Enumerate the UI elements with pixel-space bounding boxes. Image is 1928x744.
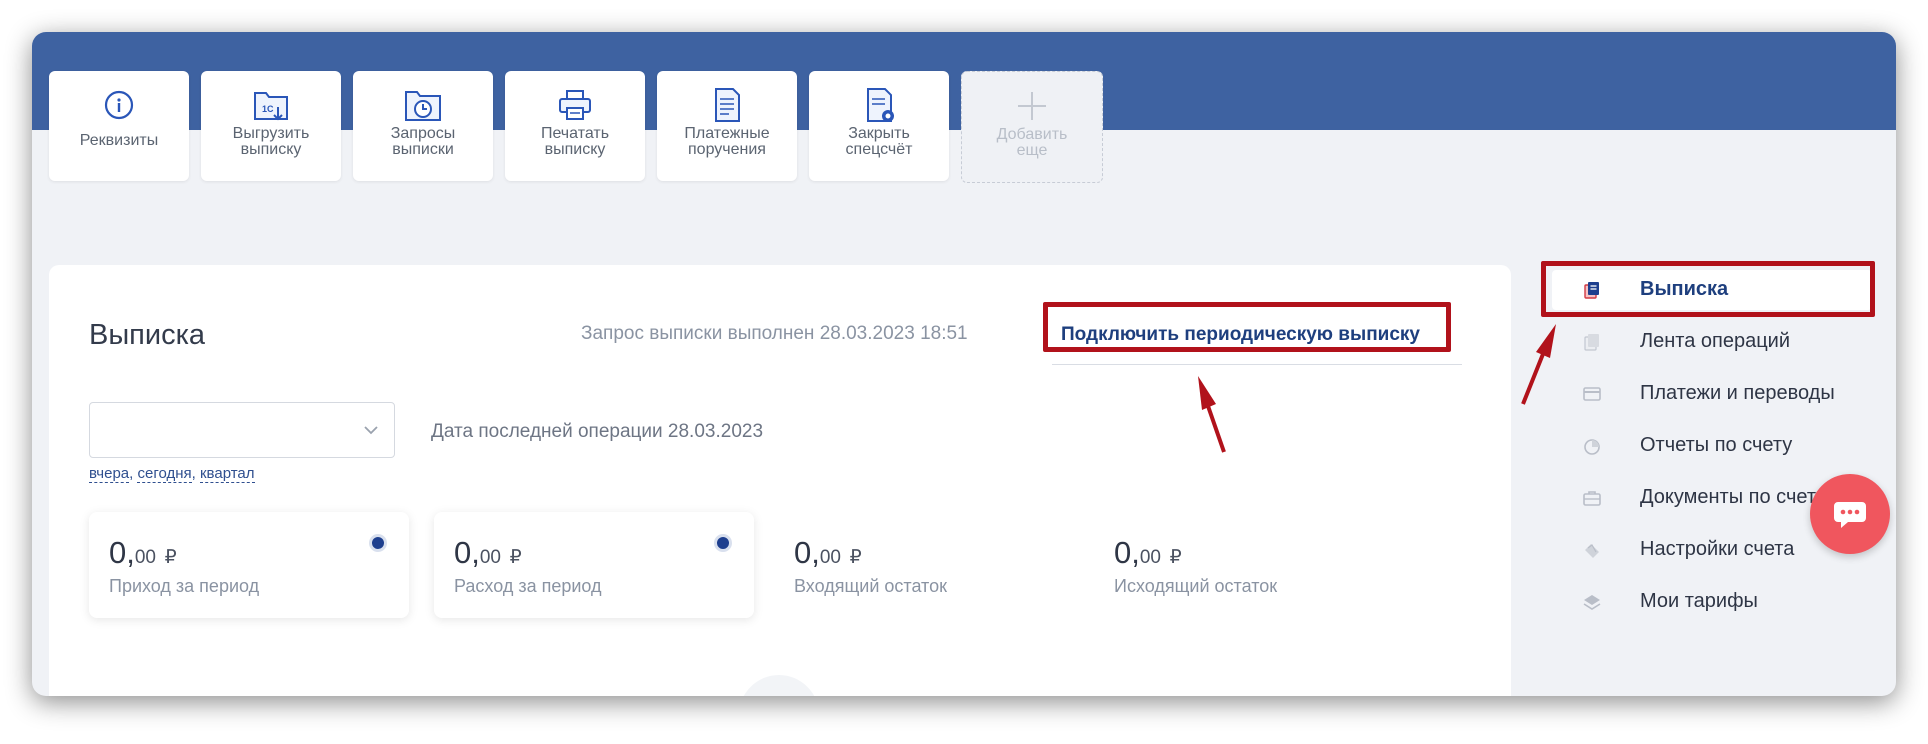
highlight-box-periodic-link: [1043, 302, 1451, 352]
stat-label: Приход за период: [109, 576, 260, 596]
document-list-icon: [715, 88, 740, 122]
tile-label: Запросы выписки: [390, 125, 456, 158]
quick-period-quarter[interactable]: квартал: [199, 465, 255, 483]
app-window: Реквизиты 1С Выгрузить выписку Запросы в…: [32, 32, 1896, 696]
sidebar-item-reports[interactable]: Отчеты по счету: [1552, 426, 1872, 466]
stat-amount: 0,00 ₽: [1114, 535, 1182, 570]
svg-text:1С: 1С: [262, 104, 274, 114]
tile-label: Реквизиты: [79, 132, 159, 149]
printer-icon: [559, 90, 591, 120]
tile-label: Добавить еще: [996, 126, 1068, 159]
stat-amount: 0,00 ₽: [454, 535, 522, 570]
tile-statement-requests[interactable]: Запросы выписки: [353, 71, 493, 181]
card-icon: [1583, 387, 1601, 401]
folder-1c-export-icon: 1С: [254, 92, 288, 121]
layers-icon: [1583, 595, 1601, 610]
tile-print-statement[interactable]: Печатать выписку: [505, 71, 645, 181]
tile-label: Печатать выписку: [540, 125, 610, 158]
cards-icon: [1585, 544, 1599, 558]
statement-card: Выписка Запрос выписки выполнен 28.03.20…: [49, 265, 1511, 696]
stat-label: Исходящий остаток: [1114, 576, 1278, 596]
stat-amount: 0,00 ₽: [109, 535, 177, 570]
tile-export-statement[interactable]: 1С Выгрузить выписку: [201, 71, 341, 181]
sidebar-item-label: Мои тарифы: [1640, 590, 1758, 612]
stat-opening-balance: 0,00 ₽ Входящий остаток: [774, 512, 1094, 618]
stat-expense[interactable]: 0,00 ₽ Расход за период: [434, 512, 754, 618]
last-operation-date: Дата последней операции 28.03.2023: [431, 421, 764, 442]
sidebar-item-tariffs[interactable]: Мои тарифы: [1552, 582, 1872, 622]
info-icon: [104, 90, 134, 120]
sidebar-item-payments[interactable]: Платежи и переводы: [1552, 374, 1872, 414]
scroll-indicator: [739, 675, 819, 696]
tile-label: Закрыть спецсчёт: [845, 125, 913, 158]
tile-label: Платежные поручения: [684, 125, 770, 158]
tile-payment-orders[interactable]: Платежные поручения: [657, 71, 797, 181]
stat-label: Расход за период: [454, 576, 602, 596]
quick-period-today[interactable]: сегодня: [137, 465, 192, 483]
tile-requisites[interactable]: Реквизиты: [49, 71, 189, 181]
period-select[interactable]: [89, 402, 395, 458]
tile-label: Выгрузить выписку: [232, 125, 310, 158]
sidebar-item-label: Платежи и переводы: [1640, 382, 1835, 404]
stat-label: Входящий остаток: [794, 576, 947, 596]
sidebar-item-label: Документы по счету: [1640, 486, 1827, 508]
sidebar-item-label: Лента операций: [1640, 330, 1791, 352]
pie-chart-icon: [1584, 439, 1600, 455]
tile-add-more[interactable]: Добавить еще: [961, 71, 1103, 183]
stat-income[interactable]: 0,00 ₽ Приход за период: [89, 512, 409, 618]
plus-icon: [1018, 92, 1046, 120]
stat-select-radio[interactable]: [714, 534, 732, 552]
chat-bubble-icon: [1834, 502, 1866, 528]
page-title: Выписка: [89, 319, 206, 351]
document-seal-icon: [867, 88, 894, 122]
link-underline-divider: [1052, 364, 1462, 365]
chat-button[interactable]: [1810, 474, 1890, 554]
stat-closing-balance: 0,00 ₽ Исходящий остаток: [1094, 512, 1414, 618]
quick-period-yesterday[interactable]: вчера: [89, 465, 130, 483]
sidebar-item-label: Настройки счета: [1640, 538, 1795, 560]
tile-close-special-account[interactable]: Закрыть спецсчёт: [809, 71, 949, 181]
folder-clock-icon: [405, 91, 441, 121]
stat-amount: 0,00 ₽: [794, 535, 862, 570]
sidebar-item-operations-feed[interactable]: Лента операций: [1552, 322, 1872, 362]
quick-period-links: вчера, сегодня, квартал: [89, 465, 255, 483]
stat-select-radio[interactable]: [369, 534, 387, 552]
sidebar-item-label: Отчеты по счету: [1640, 434, 1793, 456]
chevron-down-icon: [364, 426, 378, 435]
highlight-box-sidebar-statement: [1541, 261, 1875, 317]
briefcase-icon: [1583, 491, 1601, 506]
request-status-text: Запрос выписки выполнен 28.03.2023 18:51: [581, 323, 968, 344]
feed-icon: [1584, 334, 1599, 351]
